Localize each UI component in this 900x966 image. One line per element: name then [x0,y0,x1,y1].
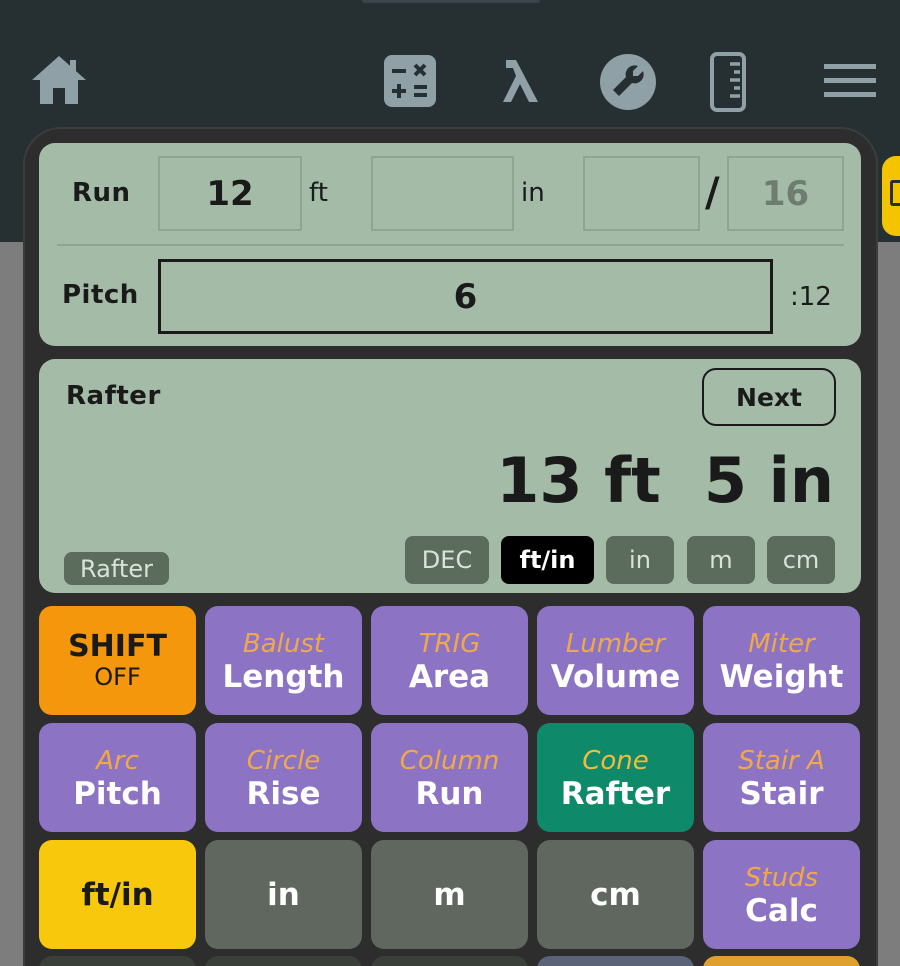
pitch-unit-label: :12 [790,282,832,312]
lambda-icon[interactable] [500,56,542,106]
m-key[interactable]: m [371,840,528,949]
stair-key[interactable]: Stair A Stair [703,723,860,832]
wrench-icon[interactable] [600,54,656,110]
format-dec-button[interactable]: DEC [405,536,489,584]
in-key-label: in [267,876,300,913]
calc-key-secondary: Studs [744,862,819,893]
area-key-label: Area [408,658,491,695]
volume-key-label: Volume [550,658,681,695]
ft-in-key[interactable]: ft/in [39,840,196,949]
calc-key-label: Calc [745,892,818,929]
drawer-icon [890,180,900,206]
pitch-key-secondary: Arc [96,745,139,776]
ruler-icon[interactable] [710,52,746,112]
format-cm-button[interactable]: cm [767,536,835,584]
length-key-secondary: Balust [242,628,325,659]
format-in-button[interactable]: in [606,536,674,584]
inches-unit-label: in [521,178,545,208]
next-button[interactable]: Next [702,368,836,426]
volume-key-secondary: Lumber [565,628,666,659]
volume-key[interactable]: Lumber Volume [537,606,694,715]
in-key[interactable]: in [205,840,362,949]
run-fraction-denominator-field[interactable]: 16 [727,156,844,231]
keypad-row-4-key-2[interactable] [205,956,362,966]
run-key-label: Run [415,775,484,812]
panel-divider [57,244,844,246]
run-label: Run [72,178,131,208]
cm-key-label: cm [590,876,641,913]
run-key[interactable]: Column Run [371,723,528,832]
run-fraction-numerator-field[interactable] [583,156,700,231]
keypad-row-4-key-1[interactable] [39,956,196,966]
result-badge: Rafter [64,552,169,585]
cm-key[interactable]: cm [537,840,694,949]
keypad-row-4-key-5[interactable] [703,956,860,966]
m-key-label: m [433,876,466,913]
weight-key-label: Weight [719,658,844,695]
home-icon[interactable] [30,54,88,106]
calc-key[interactable]: Studs Calc [703,840,860,949]
shift-key-state: OFF [94,662,141,691]
pitch-field[interactable]: 6 [158,259,773,334]
area-key[interactable]: TRIG Area [371,606,528,715]
fraction-slash: / [705,170,720,216]
length-key[interactable]: Balust Length [205,606,362,715]
stair-key-secondary: Stair A [738,745,825,776]
feet-unit-label: ft [309,178,328,208]
run-feet-field[interactable]: 12 [158,156,302,231]
result-value: 13 ft 5 in [496,444,834,517]
status-indicator [362,0,540,3]
format-m-button[interactable]: m [687,536,755,584]
stair-key-label: Stair [739,775,824,812]
format-ft-in-button[interactable]: ft/in [501,536,594,584]
run-inches-field[interactable] [371,156,514,231]
pitch-key-label: Pitch [73,775,162,812]
pitch-key[interactable]: Arc Pitch [39,723,196,832]
shift-key-label: SHIFT [68,628,167,664]
rise-key-label: Rise [246,775,321,812]
menu-icon[interactable] [824,62,876,100]
result-title: Rafter [66,381,161,411]
run-key-secondary: Column [399,745,500,776]
rafter-key[interactable]: Cone Rafter [537,723,694,832]
length-key-label: Length [222,658,345,695]
keypad-row-4-key-3[interactable] [371,956,528,966]
calculator-icon[interactable] [384,55,436,107]
keypad-row-4-key-4[interactable] [537,956,694,966]
pitch-label: Pitch [62,280,139,310]
rafter-key-secondary: Cone [582,745,649,776]
area-key-secondary: TRIG [418,628,481,659]
rise-key-secondary: Circle [246,745,321,776]
rafter-key-label: Rafter [560,775,671,812]
rise-key[interactable]: Circle Rise [205,723,362,832]
weight-key-secondary: Miter [748,628,815,659]
weight-key[interactable]: Miter Weight [703,606,860,715]
shift-key[interactable]: SHIFT OFF [39,606,196,715]
ft-in-key-label: ft/in [81,876,154,913]
